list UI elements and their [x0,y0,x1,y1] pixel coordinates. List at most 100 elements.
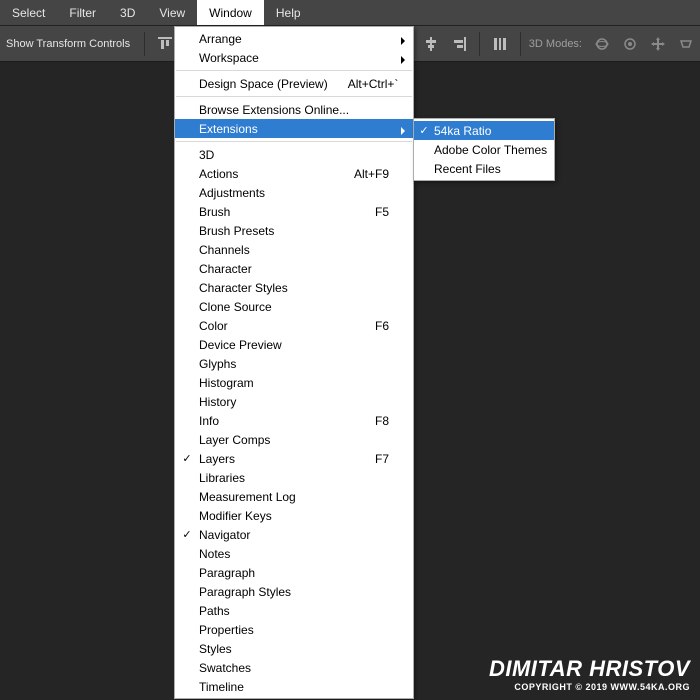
item-label: Layers [199,452,355,466]
item-label: Histogram [199,376,389,390]
menu-item-panel[interactable]: Device Preview [175,335,413,354]
item-label: Device Preview [199,338,389,352]
shortcut: F6 [355,319,389,333]
rotate-icon[interactable] [618,32,642,56]
menu-select[interactable]: Select [0,0,57,25]
menu-item-panel[interactable]: InfoF8 [175,411,413,430]
3d-modes-label: 3D Modes: [527,38,588,50]
item-label: Measurement Log [199,490,389,504]
submenu-item[interactable]: Adobe Color Themes [414,140,554,159]
menu-item-panel[interactable]: Channels [175,240,413,259]
item-label: Layer Comps [199,433,389,447]
submenu-arrow-icon [401,124,405,138]
menu-item-panel[interactable]: Adjustments [175,183,413,202]
menu-bar: Select Filter 3D View Window Help [0,0,700,26]
item-label: Properties [199,623,389,637]
item-label: Character [199,262,389,276]
submenu-item[interactable]: ✓54ka Ratio [414,121,554,140]
item-label: Arrange [199,32,389,46]
menu-item-panel[interactable]: Notes [175,544,413,563]
menu-item-arrange[interactable]: Arrange [175,29,413,48]
item-label: Browse Extensions Online... [199,103,389,117]
menu-item-panel[interactable]: 3D [175,145,413,164]
menu-help[interactable]: Help [264,0,313,25]
menu-item-panel[interactable]: Measurement Log [175,487,413,506]
menu-item-panel[interactable]: ActionsAlt+F9 [175,164,413,183]
item-label: Timeline [199,680,389,694]
pan-icon[interactable] [646,32,670,56]
shortcut: F5 [355,205,389,219]
item-label: 3D [199,148,389,162]
orbit-icon[interactable] [590,32,614,56]
menu-item-panel[interactable]: Clone Source [175,297,413,316]
menu-window[interactable]: Window [197,0,264,25]
slide-icon[interactable] [674,32,698,56]
menu-item-panel[interactable]: History [175,392,413,411]
item-label: Swatches [199,661,389,675]
menu-3d[interactable]: 3D [108,0,147,25]
item-label: Brush Presets [199,224,389,238]
menu-item-panel[interactable]: Brush Presets [175,221,413,240]
item-label: Clone Source [199,300,389,314]
separator [176,70,412,71]
submenu-item[interactable]: Recent Files [414,159,554,178]
shortcut: Alt+F9 [334,167,389,181]
item-label: Character Styles [199,281,389,295]
item-label: Paragraph [199,566,389,580]
item-label: Recent Files [434,162,544,176]
item-label: Modifier Keys [199,509,389,523]
distribute-icon[interactable] [488,32,512,56]
menu-item-panel[interactable]: Character Styles [175,278,413,297]
item-label: Design Space (Preview) [199,77,328,91]
menu-item-panel[interactable]: Paragraph [175,563,413,582]
menu-item-panel[interactable]: Paths [175,601,413,620]
submenu-arrow-icon [401,53,405,67]
item-label: Color [199,319,355,333]
checkmark-icon: ✓ [414,124,434,137]
menu-filter[interactable]: Filter [57,0,108,25]
menu-item-panel[interactable]: ✓LayersF7 [175,449,413,468]
item-label: Info [199,414,355,428]
menu-item-panel[interactable]: Glyphs [175,354,413,373]
item-label: Libraries [199,471,389,485]
menu-item-panel[interactable]: ✓Navigator [175,525,413,544]
menu-item-panel[interactable]: ColorF6 [175,316,413,335]
show-transform-controls-label[interactable]: Show Transform Controls [0,38,138,50]
item-label: Channels [199,243,389,257]
menu-item-panel[interactable]: Paragraph Styles [175,582,413,601]
window-menu-dropdown: Arrange Workspace Design Space (Preview)… [174,26,414,699]
menu-item-extensions[interactable]: Extensions [175,119,413,138]
menu-item-panel[interactable]: Histogram [175,373,413,392]
menu-item-design-space[interactable]: Design Space (Preview) Alt+Ctrl+` [175,74,413,93]
separator [176,96,412,97]
menu-item-panel[interactable]: Libraries [175,468,413,487]
item-label: Adobe Color Themes [434,143,547,157]
item-label: Actions [199,167,334,181]
menu-item-panel[interactable]: Timeline [175,677,413,696]
item-label: Glyphs [199,357,389,371]
menu-item-panel[interactable]: Swatches [175,658,413,677]
align-hcenter-icon[interactable] [419,32,443,56]
align-right-icon[interactable] [447,32,471,56]
separator [520,32,521,56]
item-label: Extensions [199,122,389,136]
item-label: History [199,395,389,409]
item-label: 54ka Ratio [434,124,544,138]
item-label: Styles [199,642,389,656]
menu-view[interactable]: View [147,0,197,25]
item-label: Brush [199,205,355,219]
separator [479,32,480,56]
separator [144,32,145,56]
menu-item-panel[interactable]: Styles [175,639,413,658]
shortcut: F7 [355,452,389,466]
shortcut: F8 [355,414,389,428]
menu-item-panel[interactable]: Character [175,259,413,278]
extensions-submenu: ✓54ka Ratio Adobe Color Themes Recent File… [413,118,555,181]
menu-item-panel[interactable]: BrushF5 [175,202,413,221]
item-label: Adjustments [199,186,389,200]
menu-item-panel[interactable]: Modifier Keys [175,506,413,525]
menu-item-workspace[interactable]: Workspace [175,48,413,67]
menu-item-panel[interactable]: Properties [175,620,413,639]
menu-item-panel[interactable]: Layer Comps [175,430,413,449]
menu-item-browse-extensions[interactable]: Browse Extensions Online... [175,100,413,119]
